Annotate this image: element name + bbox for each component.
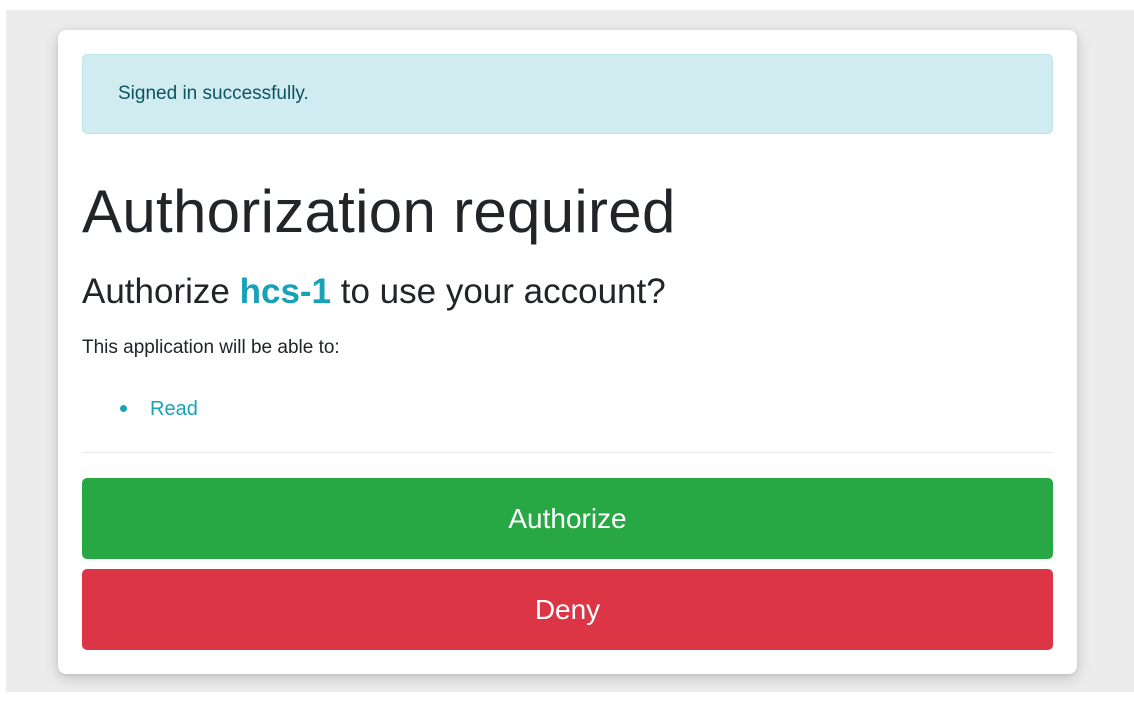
scope-list: Read	[82, 396, 198, 422]
scope-description: This application will be able to:	[82, 337, 340, 358]
prompt-suffix: to use your account?	[331, 272, 666, 311]
prompt-prefix: Authorize	[82, 272, 240, 311]
deny-button[interactable]: Deny	[82, 569, 1053, 650]
scope-label: Read	[150, 398, 198, 420]
success-alert: Signed in successfully.	[82, 54, 1053, 134]
authorize-button[interactable]: Authorize	[82, 478, 1053, 559]
page-title: Authorization required	[82, 178, 676, 245]
bullet-icon	[120, 405, 127, 412]
authorize-prompt: Authorize hcs-1 to use your account?	[82, 270, 666, 314]
scope-item-read: Read	[82, 396, 198, 422]
divider	[82, 452, 1053, 453]
alert-message: Signed in successfully.	[118, 83, 309, 104]
application-name: hcs-1	[239, 272, 332, 311]
authorization-card: Signed in successfully. Authorization re…	[58, 30, 1077, 674]
